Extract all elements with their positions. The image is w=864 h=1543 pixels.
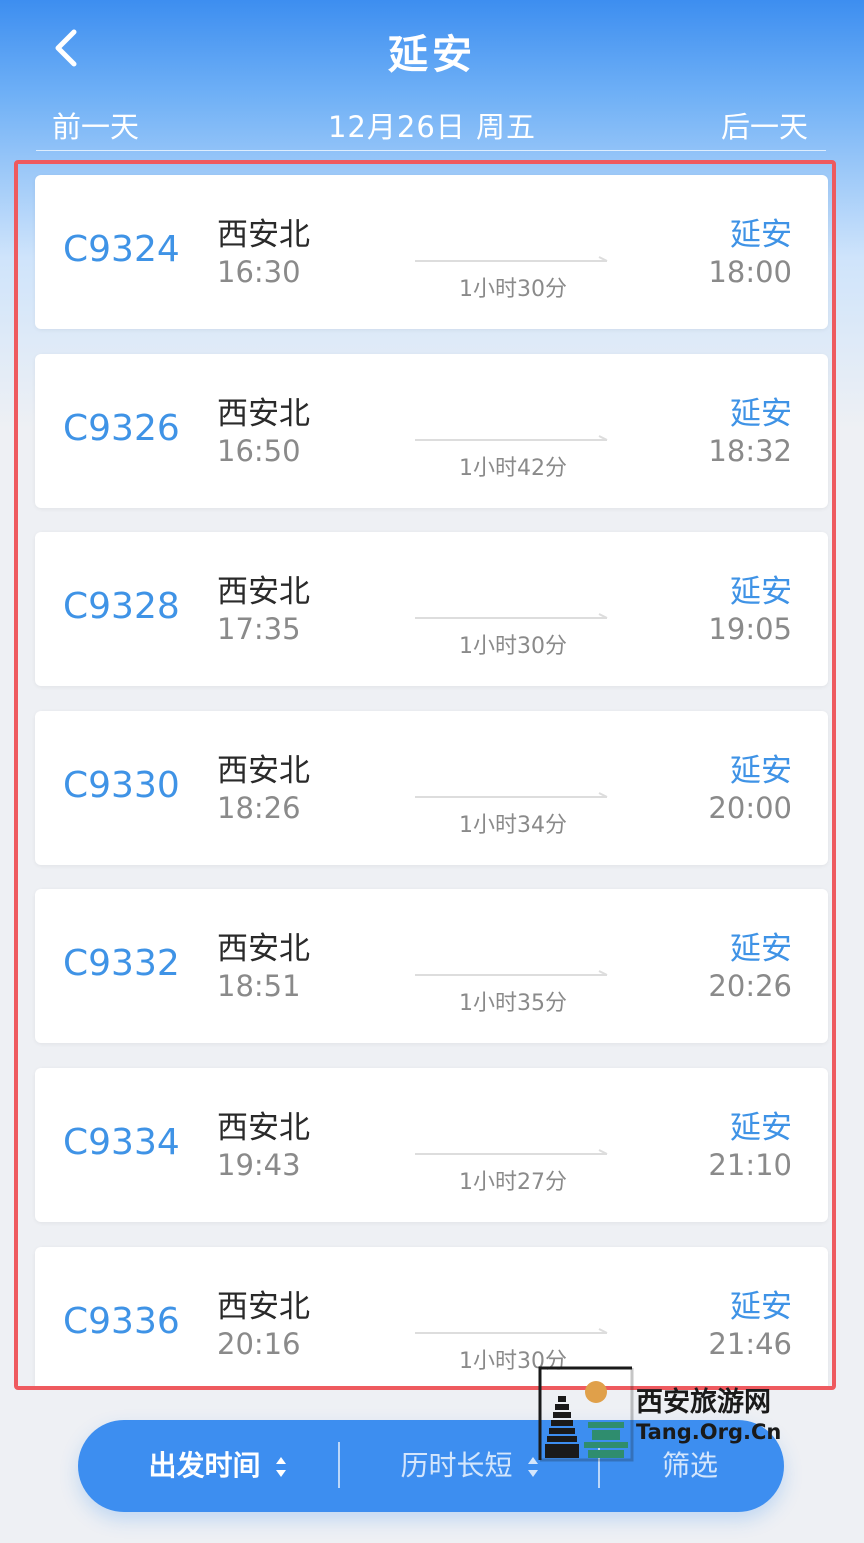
arrival-time: 20:00 [708, 791, 792, 825]
train-number: C9332 [63, 943, 180, 984]
arrow-right-icon [415, 613, 608, 619]
departure-station: 西安北 [217, 1110, 310, 1146]
arrow-right-icon [415, 1328, 608, 1334]
train-card[interactable]: C9328 西安北 17:35 1小时30分 延安 19:05 [35, 532, 828, 686]
arrival-station: 延安 [730, 396, 792, 432]
train-list[interactable]: C9324 西安北 16:30 1小时30分 延安 18:00 C9326 西安北 16:50 1… [0, 0, 864, 1386]
sort-by-departure-label: 出发时间 [148, 1449, 261, 1482]
watermark: 西安旅游网 Tang.Org.Cn [538, 1366, 788, 1462]
train-card[interactable]: C9330 西安北 18:26 1小时34分 延安 20:00 [35, 711, 828, 865]
arrow-right-icon [415, 970, 608, 976]
departure-time: 17:35 [217, 612, 301, 646]
divider [338, 1442, 340, 1488]
departure-station: 西安北 [217, 931, 310, 967]
arrival-station: 延安 [730, 1110, 792, 1146]
departure-station: 西安北 [217, 217, 310, 253]
sort-by-departure-button[interactable]: 出发时间 [98, 1420, 338, 1512]
arrival-time: 20:26 [708, 969, 792, 1003]
arrival-station: 延安 [730, 217, 792, 253]
arrival-station: 延安 [730, 574, 792, 610]
arrival-station: 延安 [730, 1289, 792, 1325]
arrow-right-icon [415, 1149, 608, 1155]
travel-duration: 1小时30分 [459, 634, 567, 659]
train-card[interactable]: C9324 西安北 16:30 1小时30分 延安 18:00 [35, 175, 828, 329]
departure-station: 西安北 [217, 396, 310, 432]
train-number: C9328 [63, 586, 180, 627]
travel-duration: 1小时42分 [459, 456, 567, 481]
train-number: C9330 [63, 765, 180, 806]
departure-time: 16:30 [217, 255, 301, 289]
travel-duration: 1小时30分 [459, 277, 567, 302]
watermark-site-name: 西安旅游网 [636, 1387, 771, 1418]
sort-icon [276, 1457, 287, 1477]
sort-by-duration-label: 历时长短 [400, 1449, 513, 1482]
watermark-domain: Tang.Org.Cn [636, 1420, 782, 1444]
departure-station: 西安北 [217, 1289, 310, 1325]
arrival-time: 18:32 [708, 434, 792, 468]
departure-station: 西安北 [217, 753, 310, 789]
arrow-right-icon [415, 256, 608, 262]
arrow-right-icon [415, 792, 608, 798]
train-number: C9324 [63, 229, 180, 270]
departure-station: 西安北 [217, 574, 310, 610]
train-number: C9326 [63, 408, 180, 449]
travel-duration: 1小时27分 [459, 1170, 567, 1195]
train-number: C9334 [63, 1122, 180, 1163]
arrival-time: 21:46 [708, 1327, 792, 1361]
departure-time: 18:26 [217, 791, 301, 825]
train-card[interactable]: C9332 西安北 18:51 1小时35分 延安 20:26 [35, 889, 828, 1043]
arrow-right-icon [415, 435, 608, 441]
arrival-time: 21:10 [708, 1148, 792, 1182]
travel-duration: 1小时35分 [459, 991, 567, 1016]
departure-time: 16:50 [217, 434, 301, 468]
departure-time: 20:16 [217, 1327, 301, 1361]
departure-time: 18:51 [217, 969, 301, 1003]
departure-time: 19:43 [217, 1148, 301, 1182]
train-card[interactable]: C9326 西安北 16:50 1小时42分 延安 18:32 [35, 354, 828, 508]
arrival-station: 延安 [730, 931, 792, 967]
pagoda-logo-icon [538, 1366, 634, 1462]
arrival-station: 延安 [730, 753, 792, 789]
train-card[interactable]: C9334 西安北 19:43 1小时27分 延安 21:10 [35, 1068, 828, 1222]
travel-duration: 1小时34分 [459, 813, 567, 838]
arrival-time: 18:00 [708, 255, 792, 289]
arrival-time: 19:05 [708, 612, 792, 646]
train-number: C9336 [63, 1301, 180, 1342]
